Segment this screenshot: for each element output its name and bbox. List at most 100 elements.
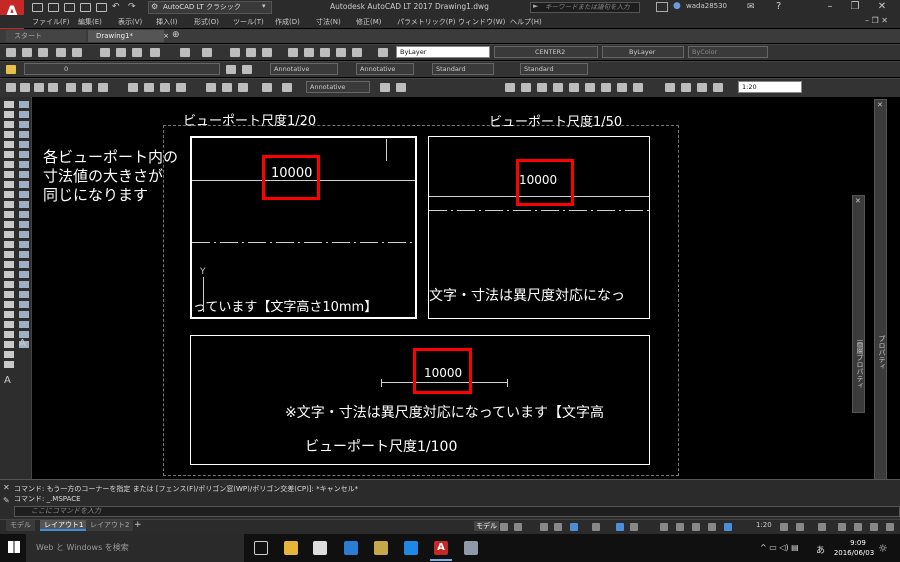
array-icon[interactable] [569, 83, 579, 92]
close-icon[interactable]: ✕ [877, 101, 883, 109]
mirror-icon[interactable] [537, 83, 547, 92]
lineweight-icon[interactable] [616, 523, 624, 531]
windows-start-icon[interactable] [8, 541, 20, 553]
clean-screen-icon[interactable] [870, 523, 878, 531]
menu-dimension[interactable]: 寸法(N) [316, 17, 341, 27]
open-icon[interactable] [48, 3, 59, 12]
text-tool-icon[interactable]: A [4, 360, 11, 371]
copy-object-icon[interactable] [521, 83, 531, 92]
properties-icon[interactable] [288, 48, 298, 57]
linetype-select[interactable]: CENTER2 [494, 46, 598, 58]
scale-icon[interactable] [617, 83, 627, 92]
cut-icon[interactable] [100, 48, 110, 57]
tool-palettes-icon[interactable] [320, 48, 330, 57]
exchange-icon[interactable]: ✉ [747, 2, 755, 12]
model-space-toggle[interactable]: モデル [474, 521, 499, 531]
mleader-add-icon[interactable] [380, 83, 390, 92]
sheetset-icon[interactable] [336, 48, 346, 57]
internet-explorer-icon[interactable] [404, 541, 418, 555]
tab-layout2[interactable]: レイアウト2 [86, 520, 134, 531]
plus-icon[interactable] [818, 523, 826, 531]
markup-icon[interactable] [352, 48, 362, 57]
undo-icon[interactable]: ↶ [112, 2, 120, 12]
minimize-icon[interactable]: – [818, 0, 842, 15]
menu-parametric[interactable]: パラメトリック(P) [397, 17, 455, 27]
autocad-taskbar-icon[interactable]: A [434, 541, 448, 555]
close-icon[interactable]: ✕ [870, 0, 894, 15]
clock-time[interactable]: 9:09 [842, 539, 874, 547]
angular-dimension-icon[interactable] [238, 83, 248, 92]
annotation-monitor-icon[interactable] [692, 523, 700, 531]
line-icon[interactable] [6, 83, 16, 92]
polygon-icon[interactable] [48, 83, 58, 92]
dim-style-select[interactable]: Annotative [356, 63, 414, 75]
offset-icon[interactable] [553, 83, 563, 92]
save-icon[interactable] [64, 3, 75, 12]
annotation-scale[interactable]: 1:20 [756, 521, 772, 529]
plotstyle-select[interactable]: ByColor [688, 46, 768, 58]
new-tab-icon[interactable]: ⊕ [172, 30, 180, 40]
rectangle-icon[interactable] [66, 83, 76, 92]
close-icon[interactable]: ✕ [3, 483, 10, 492]
match-properties-icon[interactable] [150, 48, 160, 57]
layout-viewport-icon[interactable] [665, 83, 675, 92]
tolerance-icon[interactable] [282, 83, 292, 92]
mleader-remove-icon[interactable] [396, 83, 406, 92]
construction-line-icon[interactable] [20, 83, 30, 92]
tab-start[interactable]: スタート [6, 30, 86, 42]
maximize-icon[interactable]: ❐ [843, 0, 867, 15]
circle-icon[interactable] [98, 83, 108, 92]
wrench-icon[interactable]: ✎ [3, 496, 10, 505]
polygon-viewport-icon[interactable] [697, 83, 707, 92]
layer-properties-icon[interactable] [6, 65, 16, 74]
single-line-text-icon[interactable]: A [4, 375, 11, 386]
pan-icon[interactable] [230, 48, 240, 57]
snipping-tool-icon[interactable] [464, 541, 478, 555]
action-center-icon[interactable]: ☼ [878, 542, 888, 555]
plot-icon[interactable] [56, 48, 66, 57]
right-palette-strip[interactable] [874, 99, 887, 480]
erase-icon[interactable] [505, 83, 515, 92]
file-explorer-icon[interactable] [284, 541, 298, 555]
redo-icon[interactable] [202, 48, 212, 57]
clock-date[interactable]: 2016/06/03 [832, 549, 876, 557]
help-icon[interactable]: ? [776, 1, 781, 12]
new-icon[interactable] [32, 3, 43, 12]
save-icon[interactable] [38, 48, 48, 57]
tab-drawing1[interactable]: Drawing1* × [88, 30, 169, 42]
taskbar-search[interactable]: Web と Windows を検索 [26, 534, 244, 562]
menu-window[interactable]: ウィンドウ(W) [458, 17, 505, 27]
layer-previous-icon[interactable] [242, 65, 252, 74]
mleader-style-select[interactable]: Standard [520, 63, 588, 75]
media-icon[interactable] [374, 541, 388, 555]
otrack-icon[interactable] [592, 523, 600, 531]
color-select[interactable]: ByLayer [396, 46, 490, 58]
close-icon[interactable]: ✕ [855, 197, 861, 205]
rotate-icon[interactable] [601, 83, 611, 92]
snap-icon[interactable] [514, 523, 522, 531]
ortho-icon[interactable] [540, 523, 548, 531]
autoscale-icon[interactable] [724, 523, 732, 531]
binoculars-icon[interactable] [656, 2, 668, 12]
draw-tools-column[interactable] [4, 101, 14, 371]
ime-indicator[interactable]: あ [816, 543, 825, 556]
command-input[interactable]: ここにコマンドを入力 [14, 506, 900, 517]
transparency-icon[interactable] [630, 523, 638, 531]
object-viewport-icon[interactable] [713, 83, 723, 92]
store-icon[interactable] [313, 541, 327, 555]
preview-icon[interactable] [72, 48, 82, 57]
menu-file[interactable]: ファイル(F) [32, 17, 70, 27]
selection-cycling-icon[interactable] [660, 523, 668, 531]
hardware-acceleration-icon[interactable] [854, 523, 862, 531]
task-view-icon[interactable] [254, 541, 268, 555]
isolate-objects-icon[interactable] [838, 523, 846, 531]
radius-dimension-icon[interactable] [206, 83, 216, 92]
tab-layout1[interactable]: レイアウト1 [40, 520, 88, 531]
plot-icon[interactable] [96, 3, 107, 12]
menu-tools[interactable]: ツール(T) [233, 17, 264, 27]
menu-edit[interactable]: 編集(E) [78, 17, 102, 27]
aligned-dimension-icon[interactable] [144, 83, 154, 92]
zoom-window-icon[interactable] [262, 48, 272, 57]
dynamic-ucs-icon[interactable] [676, 523, 684, 531]
layer-select[interactable]: 0 [24, 63, 220, 75]
